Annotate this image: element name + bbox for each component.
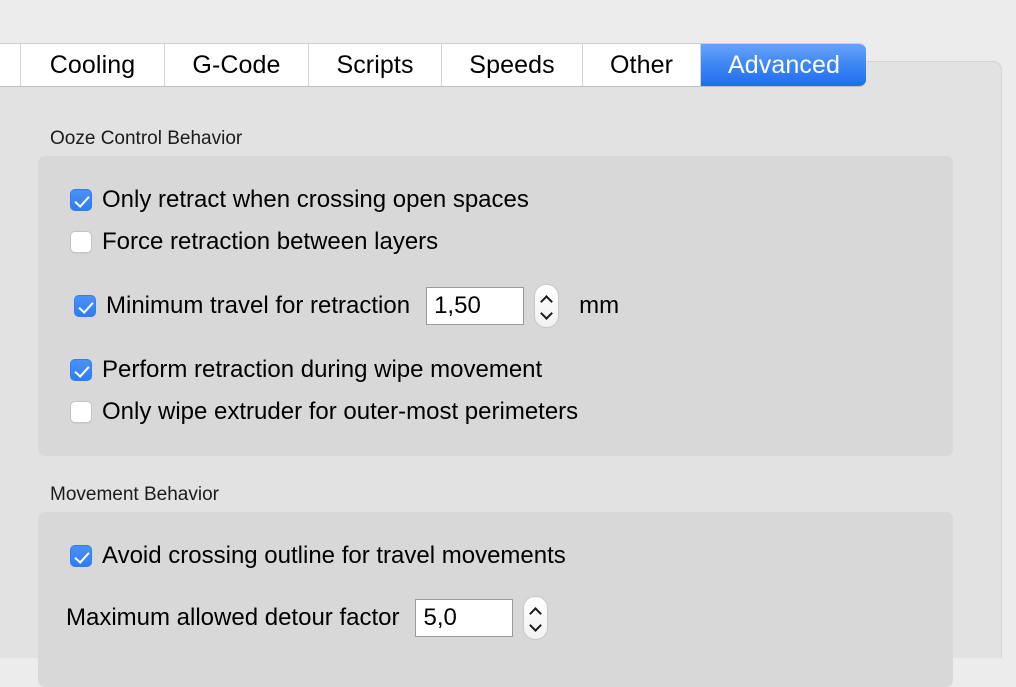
tab-advanced[interactable]: Advanced [701, 44, 866, 86]
chevron-down-icon[interactable] [541, 310, 552, 317]
unit-minimum-travel-for-retraction: mm [579, 292, 620, 319]
section-ooze-control-behavior: Ooze Control Behavior Only retract when … [38, 128, 953, 456]
section-movement-behavior: Movement Behavior Avoid crossing outline… [38, 484, 953, 687]
spinfield-minimum-travel-for-retraction[interactable] [426, 284, 560, 328]
row-avoid-crossing-outline[interactable]: Avoid crossing outline for travel moveme… [70, 542, 566, 570]
spinfield-maximum-allowed-detour-factor[interactable] [415, 596, 549, 640]
chevron-up-icon[interactable] [541, 296, 552, 303]
chevron-up-icon[interactable] [530, 608, 541, 615]
label-avoid-crossing-outline: Avoid crossing outline for travel moveme… [102, 542, 566, 569]
input-maximum-allowed-detour-factor[interactable] [415, 599, 514, 637]
tab-cooling[interactable]: Cooling [21, 44, 165, 86]
input-minimum-travel-for-retraction[interactable] [426, 287, 525, 325]
label-only-retract-open-spaces: Only retract when crossing open spaces [102, 186, 529, 213]
tab-scripts[interactable]: Scripts [309, 44, 442, 86]
settings-content-panel: Ooze Control Behavior Only retract when … [0, 61, 1002, 687]
section-title-movement-behavior: Movement Behavior [50, 484, 219, 505]
label-perform-retraction-during-wipe: Perform retraction during wipe movement [102, 356, 543, 383]
tab-bar-left-stub [0, 44, 21, 86]
tab-g-code[interactable]: G-Code [165, 44, 309, 86]
tab-speeds[interactable]: Speeds [442, 44, 583, 86]
label-maximum-allowed-detour-factor: Maximum allowed detour factor [66, 604, 400, 631]
groupbox-ooze-control-behavior: Only retract when crossing open spaces F… [38, 156, 953, 456]
row-minimum-travel-for-retraction[interactable]: Minimum travel for retraction mm [74, 284, 619, 328]
stepper-minimum-travel-for-retraction[interactable] [534, 284, 560, 328]
tab-other[interactable]: Other [583, 44, 701, 86]
settings-tab-bar: Cooling G-Code Scripts Speeds Other Adva… [0, 43, 866, 87]
label-force-retraction-between-layers: Force retraction between layers [102, 228, 439, 255]
label-minimum-travel-for-retraction: Minimum travel for retraction [106, 292, 411, 319]
row-only-retract-open-spaces[interactable]: Only retract when crossing open spaces [70, 186, 529, 214]
checkbox-perform-retraction-during-wipe[interactable] [70, 359, 92, 381]
row-only-wipe-outer-most-perimeters[interactable]: Only wipe extruder for outer-most perime… [70, 398, 578, 426]
checkbox-force-retraction-between-layers[interactable] [70, 231, 92, 253]
checkbox-only-wipe-outer-most-perimeters[interactable] [70, 401, 92, 423]
checkbox-avoid-crossing-outline[interactable] [70, 545, 92, 567]
label-only-wipe-outer-most-perimeters: Only wipe extruder for outer-most perime… [102, 398, 579, 425]
checkbox-only-retract-open-spaces[interactable] [70, 189, 92, 211]
row-maximum-allowed-detour-factor[interactable]: Maximum allowed detour factor [66, 596, 549, 640]
section-title-ooze-control-behavior: Ooze Control Behavior [50, 128, 243, 149]
chevron-down-icon[interactable] [530, 622, 541, 629]
stepper-maximum-allowed-detour-factor[interactable] [523, 596, 549, 640]
checkbox-minimum-travel-for-retraction[interactable] [74, 295, 96, 317]
settings-window: Ooze Control Behavior Only retract when … [0, 0, 1016, 687]
row-force-retraction-between-layers[interactable]: Force retraction between layers [70, 228, 438, 256]
row-perform-retraction-during-wipe[interactable]: Perform retraction during wipe movement [70, 356, 542, 384]
groupbox-movement-behavior: Avoid crossing outline for travel moveme… [38, 512, 953, 687]
